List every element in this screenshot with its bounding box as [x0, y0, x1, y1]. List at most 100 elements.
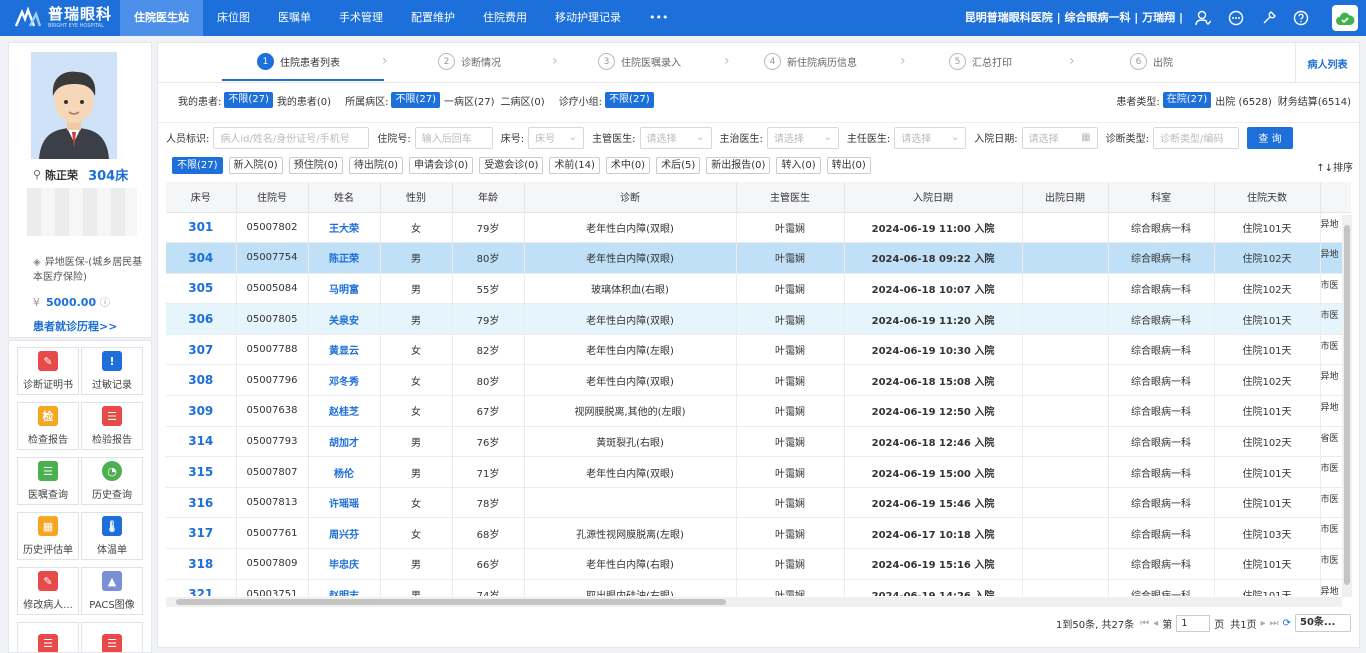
table-row[interactable]: 301 05007802 王大荣女 79岁 老年性白内障(双眼) 叶霭娴 2024-06-1…	[166, 212, 1351, 244]
step-print[interactable]: 5 汇总打印	[949, 53, 1012, 70]
ward-all-tag[interactable]: 不限(27)	[391, 92, 440, 108]
tile-history-assessment[interactable]: ▦ 历史评估单	[17, 512, 79, 560]
col-discharge-date[interactable]: 出院日期	[1022, 182, 1109, 213]
cell-name[interactable]: 关泉安	[308, 303, 381, 335]
cell-name[interactable]: 许瑶瑶	[308, 487, 381, 519]
discharged-option[interactable]: 出院 (6528)	[1215, 93, 1271, 108]
hospital-logo[interactable]: 普瑞眼科 BRIGHT EYE HOSPITAL	[0, 6, 120, 30]
chip-pre-op[interactable]: 术前(14)	[549, 157, 600, 174]
nav-nursing[interactable]: 移动护理记录	[541, 0, 635, 36]
my-patients-option[interactable]: 我的患者(0)	[277, 93, 331, 108]
diagnosis-type-input[interactable]: 诊断类型/编码	[1153, 126, 1239, 149]
message-icon[interactable]	[1227, 9, 1245, 27]
table-row[interactable]: 305 05005084 马明富男 55岁 玻璃体积血(右眼) 叶霭娴 2024-06-18…	[166, 273, 1351, 305]
col-age[interactable]: 年龄	[452, 182, 525, 213]
nav-surgery[interactable]: 手术管理	[325, 0, 397, 36]
table-row[interactable]: 32105003751赵明志男74岁取出眼内硅油(右眼)叶霭娴2024-06-1…	[166, 579, 1351, 596]
inpatient-no-input[interactable]: 输入后回车	[414, 126, 493, 149]
tile-more-2[interactable]: ☰	[81, 622, 143, 652]
cell-name[interactable]: 黄显云	[308, 334, 381, 366]
cell-name[interactable]: 周兴芬	[308, 517, 381, 550]
patient-history-link[interactable]: 患者就诊历程>>	[33, 318, 117, 334]
account-avatar[interactable]	[1332, 5, 1358, 31]
tile-order-query[interactable]: ☰ 医嘱查询	[17, 457, 79, 505]
tile-more-1[interactable]: ☰	[17, 622, 79, 652]
col-department[interactable]: 科室	[1108, 182, 1215, 213]
col-inpatient-no[interactable]: 住院号	[236, 182, 309, 213]
chip-pending-discharge[interactable]: 待出院(0)	[348, 157, 404, 174]
tile-edit-patient[interactable]: ✎ 修改病人...	[17, 567, 79, 615]
sort-toggle[interactable]: ↑↓排序	[1316, 159, 1353, 174]
tools-icon[interactable]	[1260, 9, 1278, 27]
chip-consult-request[interactable]: 申请会诊(0)	[409, 157, 474, 174]
nav-orders[interactable]: 医嘱单	[264, 0, 325, 36]
nav-config[interactable]: 配置维护	[397, 0, 469, 36]
chief-select[interactable]: 请选择 ⌄	[894, 126, 967, 149]
first-page-icon[interactable]: ⏮	[1140, 618, 1149, 629]
horizontal-scrollbar[interactable]	[166, 597, 1342, 607]
help-icon[interactable]	[1292, 9, 1310, 27]
settlement-option[interactable]: 财务结算(6514)	[1278, 93, 1351, 108]
table-row[interactable]: 307 05007788 黄显云女 82岁 老年性白内障(左眼) 叶霭娴 2024-06-1…	[166, 334, 1351, 366]
cell-name[interactable]: 马明富	[308, 273, 381, 305]
tile-allergy-record[interactable]: ! 过敏记录	[81, 347, 143, 395]
cell-name[interactable]: 赵桂芝	[308, 395, 381, 427]
refresh-icon[interactable]: ⟳	[1283, 618, 1291, 629]
chip-intra-op[interactable]: 术中(0)	[605, 157, 651, 174]
user-icon[interactable]	[1194, 9, 1212, 27]
vertical-scrollbar[interactable]	[1342, 215, 1352, 597]
col-admission-date[interactable]: 入院日期	[844, 182, 1023, 213]
last-page-icon[interactable]: ⏭	[1270, 618, 1279, 629]
query-button[interactable]: 查 询	[1247, 126, 1293, 149]
cell-name[interactable]: 杨伦	[308, 456, 381, 488]
doctor-select[interactable]: 请选择 ⌄	[639, 126, 712, 149]
tile-diagnosis-certificate[interactable]: ✎ 诊断证明书	[17, 347, 79, 395]
step-diagnosis[interactable]: 2 诊断情况	[438, 53, 501, 70]
patient-id-input[interactable]: 病人id/姓名/身份证号/手机号	[213, 126, 370, 149]
col-gender[interactable]: 性别	[380, 182, 453, 213]
nav-bed-map[interactable]: 床位图	[203, 0, 264, 36]
table-row[interactable]: 314 05007793 胡加才男 76岁 黄斑裂孔(右眼) 叶霭娴 2024-06-18 …	[166, 426, 1351, 458]
tile-exam-report[interactable]: 检检查报告	[17, 402, 79, 450]
cell-name[interactable]: 毕忠庆	[308, 548, 381, 580]
chip-all[interactable]: 不限(27)	[172, 157, 223, 174]
table-row[interactable]: 309 05007638 赵桂芝女 67岁 视网膜脱离,其他的(左眼) 叶霭娴 2024-0…	[166, 395, 1351, 427]
tile-pacs-image[interactable]: ▲ PACS图像	[81, 567, 143, 615]
prev-page-icon[interactable]: ◂	[1153, 618, 1158, 629]
next-page-icon[interactable]: ▸	[1261, 618, 1266, 629]
admission-date-picker[interactable]: 请选择 ▦	[1021, 126, 1098, 149]
chip-new-report[interactable]: 新出报告(0)	[706, 157, 771, 174]
col-bed[interactable]: 床号	[166, 182, 237, 213]
chip-new-admission[interactable]: 新入院(0)	[228, 157, 283, 174]
patient-list-link[interactable]: 病人列表	[1295, 43, 1359, 83]
step-order-entry[interactable]: 3 住院医嘱录入	[598, 53, 681, 70]
cell-name[interactable]: 陈正荣	[308, 242, 381, 274]
attending-select[interactable]: 请选择 ⌄	[766, 126, 839, 149]
col-doctor[interactable]: 主管医生	[736, 182, 845, 213]
group-all-tag[interactable]: 不限(27)	[605, 92, 654, 108]
tile-lab-report[interactable]: ☰ 检验报告	[81, 402, 143, 450]
step-medical-record[interactable]: 4 新住院病历信息	[764, 53, 857, 70]
chip-transfer-in[interactable]: 转入(0)	[776, 157, 821, 174]
scroll-thumb[interactable]	[1344, 225, 1350, 585]
chip-transfer-out[interactable]: 转出(0)	[826, 157, 871, 174]
chip-consult-invited[interactable]: 受邀会诊(0)	[479, 157, 544, 174]
chip-pre-admission[interactable]: 预住院(0)	[288, 157, 343, 174]
page-input[interactable]: 1	[1176, 614, 1211, 632]
scroll-thumb[interactable]	[176, 599, 726, 605]
ward-2-option[interactable]: 二病区(0)	[501, 93, 545, 108]
table-row[interactable]: 306 05007805 关泉安男 79岁 老年性白内障(双眼) 叶霭娴 2024-06-1…	[166, 303, 1351, 335]
in-hospital-tag[interactable]: 在院(27)	[1162, 92, 1212, 108]
table-row[interactable]: 318 05007809 毕忠庆男 66岁 老年性白内障(右眼) 叶霭娴 2024-06-1…	[166, 548, 1351, 580]
table-row[interactable]: 315 05007807 杨伦男 71岁 老年性白内障(双眼) 叶霭娴 2024-06-19…	[166, 456, 1351, 488]
cell-name[interactable]: 王大荣	[308, 212, 381, 244]
nav-more[interactable]: •••	[635, 0, 682, 36]
col-name[interactable]: 姓名	[308, 182, 381, 213]
cell-name[interactable]: 邓冬秀	[308, 364, 381, 397]
page-size-select[interactable]: 50条...	[1295, 614, 1351, 632]
tile-temperature-chart[interactable]: 🌡 体温单	[81, 512, 143, 560]
table-row[interactable]: 304 05007754 陈正荣男 80岁 老年性白内障(双眼) 叶霭娴 2024-06-1…	[166, 242, 1351, 274]
col-diagnosis[interactable]: 诊断	[524, 182, 737, 213]
chip-post-op[interactable]: 术后(5)	[656, 157, 701, 174]
info-icon[interactable]: ⓘ	[100, 298, 110, 309]
